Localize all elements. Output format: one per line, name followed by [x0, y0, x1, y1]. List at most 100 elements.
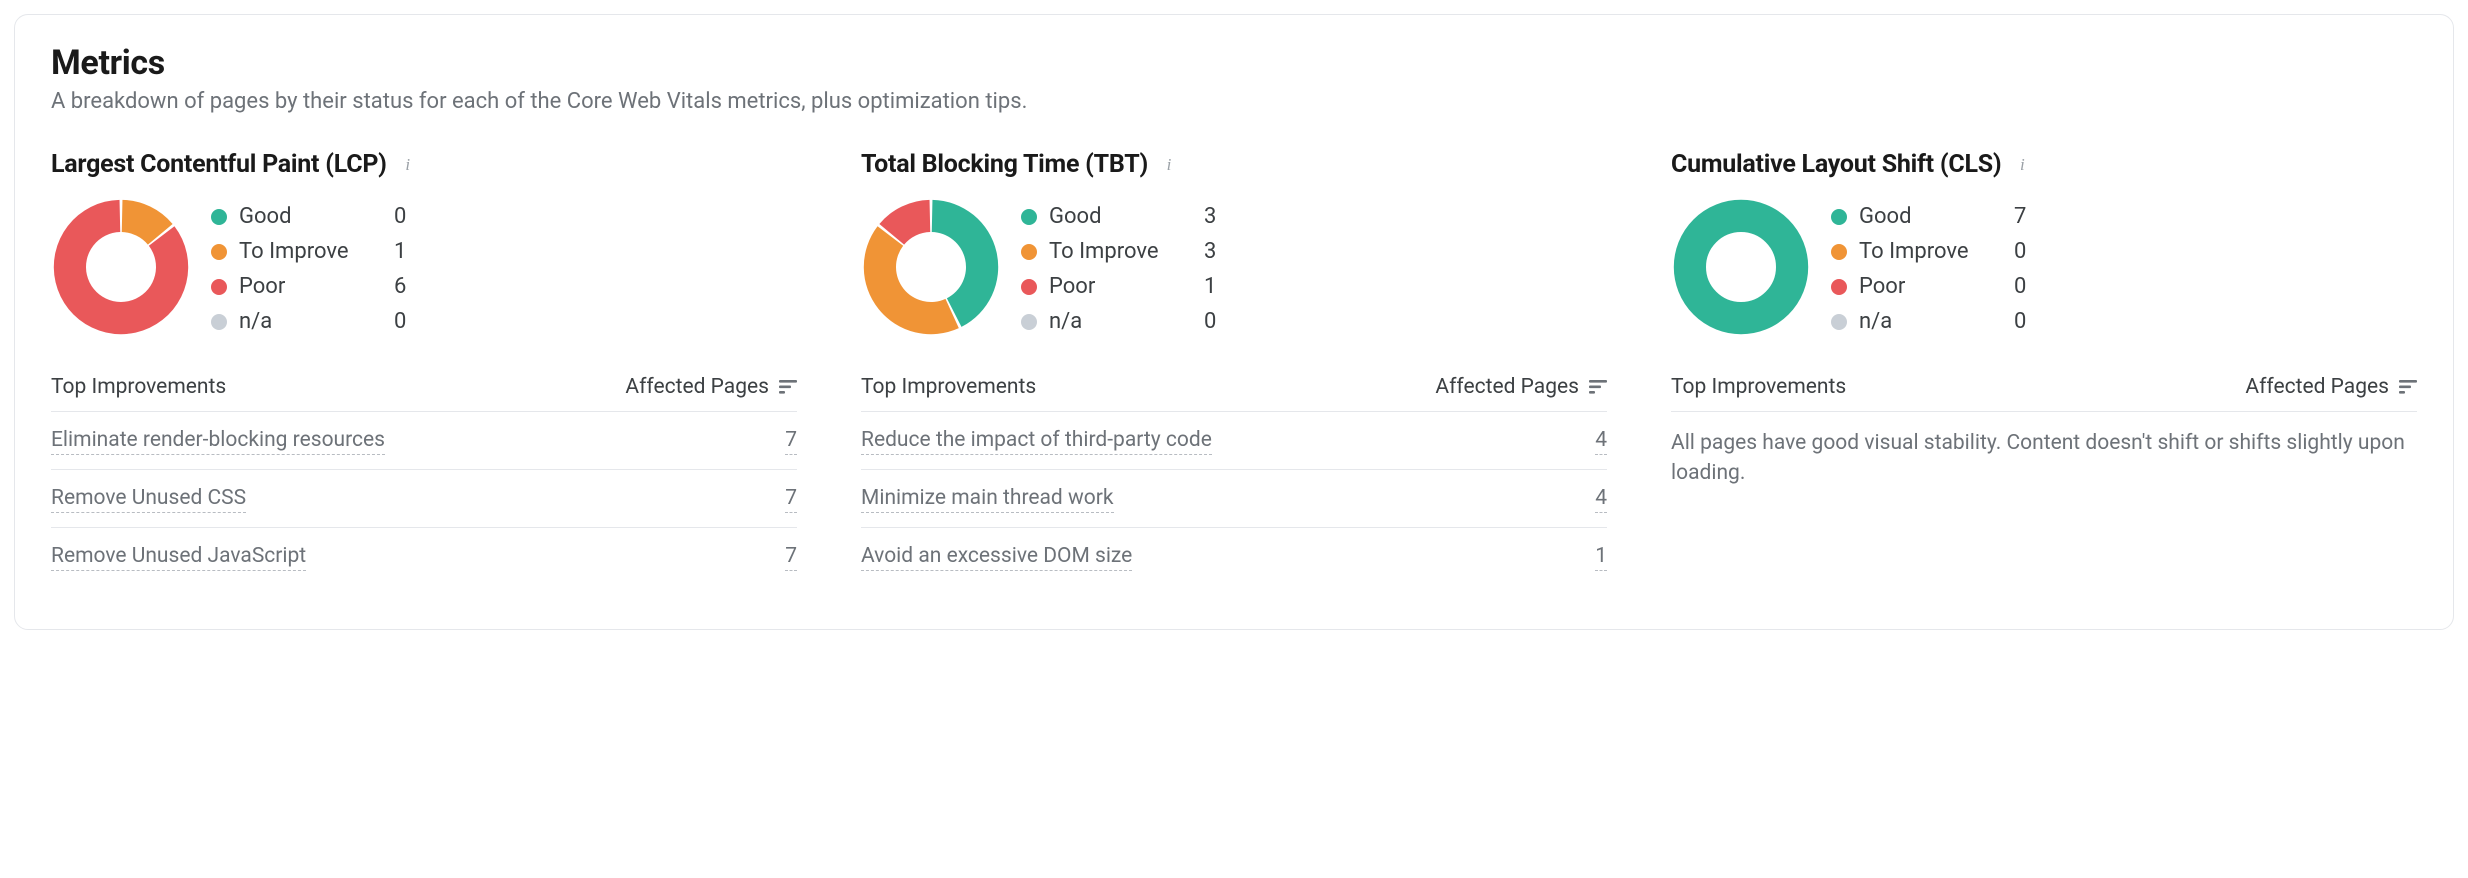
legend-label: To Improve: [239, 239, 394, 264]
metric-title: Largest Contentful Paint (LCP): [51, 150, 387, 179]
improvement-row: Eliminate render-blocking resources 7: [51, 412, 797, 470]
legend-label: n/a: [1859, 309, 2014, 334]
th-affected-pages-label: Affected Pages: [625, 375, 769, 399]
donut-chart: [861, 197, 1001, 337]
improvement-affected-count[interactable]: 4: [1595, 428, 1607, 455]
legend-label: Poor: [1859, 274, 2014, 299]
legend-value: 0: [2014, 274, 2026, 299]
improvement-affected-count[interactable]: 7: [785, 544, 797, 571]
legend-row-good[interactable]: Good0: [211, 199, 797, 234]
legend-dot-icon: [1831, 209, 1847, 225]
legend-dot-icon: [1831, 314, 1847, 330]
th-top-improvements: Top Improvements: [51, 375, 226, 399]
improvement-link[interactable]: Avoid an excessive DOM size: [861, 544, 1132, 571]
improvement-row: Minimize main thread work 4: [861, 470, 1607, 528]
legend-dot-icon: [1831, 279, 1847, 295]
metric-card-header: Total Blocking Time (TBT) i: [861, 150, 1607, 179]
sort-desc-icon: [779, 380, 797, 394]
metric-card-header: Largest Contentful Paint (LCP) i: [51, 150, 797, 179]
info-icon[interactable]: i: [1158, 154, 1180, 176]
panel-title: Metrics: [51, 43, 2417, 83]
legend-dot-icon: [211, 209, 227, 225]
chart-row: Good0To Improve1Poor6n/a0: [51, 197, 797, 339]
legend-label: Good: [1049, 204, 1204, 229]
metric-card-header: Cumulative Layout Shift (CLS) i: [1671, 150, 2417, 179]
legend-row-poor[interactable]: Poor1: [1021, 269, 1607, 304]
legend-row-good[interactable]: Good7: [1831, 199, 2417, 234]
legend-dot-icon: [1021, 244, 1037, 260]
improvement-link[interactable]: Reduce the impact of third-party code: [861, 428, 1212, 455]
legend-label: n/a: [239, 309, 394, 334]
legend-label: Good: [1859, 204, 2014, 229]
legend-row-na[interactable]: n/a0: [1831, 304, 2417, 339]
improvement-row: Remove Unused JavaScript 7: [51, 528, 797, 585]
improvement-link[interactable]: Eliminate render-blocking resources: [51, 428, 385, 455]
improvements-header: Top Improvements Affected Pages: [1671, 365, 2417, 411]
legend-value: 1: [1204, 274, 1216, 299]
legend-value: 3: [1204, 239, 1216, 264]
th-top-improvements: Top Improvements: [861, 375, 1036, 399]
improvement-affected-count[interactable]: 1: [1595, 544, 1607, 571]
sort-desc-icon: [1589, 380, 1607, 394]
legend-label: Poor: [239, 274, 394, 299]
donut-chart: [51, 197, 191, 337]
legend-row-improve[interactable]: To Improve1: [211, 234, 797, 269]
legend-row-poor[interactable]: Poor6: [211, 269, 797, 304]
legend: Good7To Improve0Poor0n/a0: [1831, 197, 2417, 339]
metric-title: Total Blocking Time (TBT): [861, 150, 1148, 179]
legend-row-improve[interactable]: To Improve3: [1021, 234, 1607, 269]
panel-subtitle: A breakdown of pages by their status for…: [51, 89, 2417, 114]
improvement-link[interactable]: Remove Unused JavaScript: [51, 544, 306, 571]
legend-row-improve[interactable]: To Improve0: [1831, 234, 2417, 269]
chart-row: Good7To Improve0Poor0n/a0: [1671, 197, 2417, 339]
legend-dot-icon: [1021, 279, 1037, 295]
metric-title: Cumulative Layout Shift (CLS): [1671, 150, 2001, 179]
legend-value: 0: [394, 309, 406, 334]
legend-value: 0: [1204, 309, 1216, 334]
legend-value: 0: [394, 204, 406, 229]
legend: Good0To Improve1Poor6n/a0: [211, 197, 797, 339]
improvement-row: Avoid an excessive DOM size 1: [861, 528, 1607, 585]
improvements-list: Eliminate render-blocking resources7Remo…: [51, 411, 797, 585]
metric-card-cls: Cumulative Layout Shift (CLS)iGood7To Im…: [1671, 150, 2417, 585]
legend-value: 6: [394, 274, 406, 299]
legend-label: To Improve: [1859, 239, 2014, 264]
legend-value: 7: [2014, 204, 2026, 229]
improvements-empty-message: All pages have good visual stability. Co…: [1671, 411, 2417, 489]
legend-row-na[interactable]: n/a0: [211, 304, 797, 339]
legend-dot-icon: [211, 314, 227, 330]
legend-row-good[interactable]: Good3: [1021, 199, 1607, 234]
legend-dot-icon: [1021, 209, 1037, 225]
legend-value: 3: [1204, 204, 1216, 229]
th-affected-pages[interactable]: Affected Pages: [1435, 375, 1607, 399]
legend-label: Good: [239, 204, 394, 229]
metric-card-lcp: Largest Contentful Paint (LCP)iGood0To I…: [51, 150, 797, 585]
legend-dot-icon: [1021, 314, 1037, 330]
th-affected-pages-label: Affected Pages: [1435, 375, 1579, 399]
legend-row-na[interactable]: n/a0: [1021, 304, 1607, 339]
improvement-link[interactable]: Remove Unused CSS: [51, 486, 246, 513]
th-affected-pages[interactable]: Affected Pages: [625, 375, 797, 399]
metric-cards-row: Largest Contentful Paint (LCP)iGood0To I…: [51, 150, 2417, 585]
legend-dot-icon: [211, 244, 227, 260]
th-affected-pages[interactable]: Affected Pages: [2245, 375, 2417, 399]
th-top-improvements: Top Improvements: [1671, 375, 1846, 399]
improvement-row: Reduce the impact of third-party code 4: [861, 412, 1607, 470]
info-icon[interactable]: i: [397, 154, 419, 176]
info-icon[interactable]: i: [2011, 154, 2033, 176]
improvement-affected-count[interactable]: 4: [1595, 486, 1607, 513]
improvement-link[interactable]: Minimize main thread work: [861, 486, 1114, 513]
legend-dot-icon: [1831, 244, 1847, 260]
legend-value: 1: [394, 239, 406, 264]
legend-row-poor[interactable]: Poor0: [1831, 269, 2417, 304]
improvement-row: Remove Unused CSS 7: [51, 470, 797, 528]
chart-row: Good3To Improve3Poor1n/a0: [861, 197, 1607, 339]
donut-chart: [1671, 197, 1811, 337]
legend-label: To Improve: [1049, 239, 1204, 264]
improvements-header: Top Improvements Affected Pages: [51, 365, 797, 411]
improvement-affected-count[interactable]: 7: [785, 428, 797, 455]
sort-desc-icon: [2399, 380, 2417, 394]
legend-value: 0: [2014, 239, 2026, 264]
improvement-affected-count[interactable]: 7: [785, 486, 797, 513]
legend-dot-icon: [211, 279, 227, 295]
